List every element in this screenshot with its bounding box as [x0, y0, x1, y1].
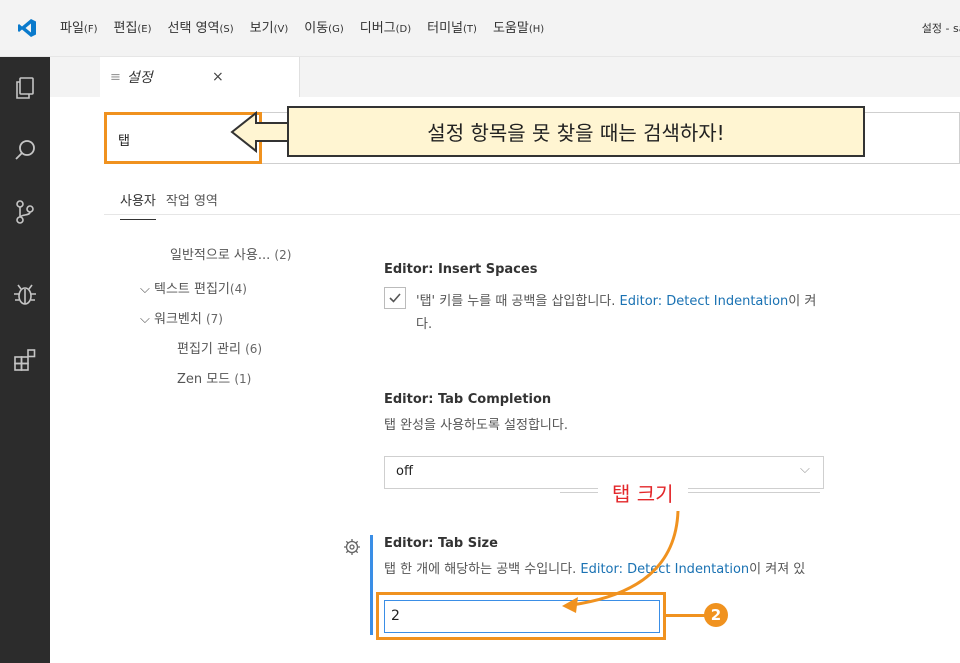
- menu-selection[interactable]: 선택 영역(S): [160, 0, 242, 57]
- detect-indentation-link[interactable]: Editor: Detect Indentation: [620, 294, 789, 309]
- setting-description-cont: 다.: [416, 317, 433, 332]
- callout-box: 설정 항목을 못 찾을 때는 검색하자!: [287, 106, 865, 157]
- callout-text: 설정 항목을 못 찾을 때는 검색하자!: [427, 121, 725, 145]
- callout-arrow-icon: [230, 111, 289, 153]
- focus-indicator: [370, 535, 373, 635]
- menu-file[interactable]: 파일(F): [52, 0, 105, 57]
- settings-scope-tabs: 사용자 작업 영역: [120, 190, 218, 220]
- menu-debug[interactable]: 디버그(D): [352, 0, 419, 57]
- menu-view[interactable]: 보기(V): [242, 0, 297, 57]
- setting-title: Editor: Insert Spaces: [384, 262, 538, 277]
- chevron-down-icon: ⌵: [140, 312, 150, 327]
- setting-title: Editor: Tab Completion: [384, 392, 552, 407]
- toc-item[interactable]: Zen 모드 (1): [177, 368, 251, 387]
- tab-user[interactable]: 사용자: [120, 190, 156, 220]
- setting-tab-completion: Editor: Tab Completion 탭 완성을 사용하도록 설정합니다…: [384, 392, 568, 433]
- debug-icon[interactable]: [10, 279, 40, 309]
- menu-bar: 파일(F) 편집(E) 선택 영역(S) 보기(V) 이동(G) 디버그(D) …: [52, 0, 552, 57]
- chevron-down-icon: ⌵: [800, 462, 810, 477]
- tab-label: 설정: [126, 70, 153, 86]
- annotation-label: 탭 크기: [598, 478, 688, 507]
- setting-description: 탭 완성을 사용하도록 설정합니다.: [384, 418, 568, 433]
- toc-item[interactable]: ⌵ 텍스트 편집기(4): [140, 278, 247, 297]
- title-bar: 파일(F) 편집(E) 선택 영역(S) 보기(V) 이동(G) 디버그(D) …: [0, 0, 960, 57]
- setting-description: '탭' 키를 누를 때 공백을 삽입합니다. Editor: Detect In…: [416, 294, 817, 309]
- search-icon[interactable]: [10, 135, 40, 165]
- toc-item[interactable]: 일반적으로 사용... (2): [170, 244, 291, 263]
- toc-item[interactable]: ⌵ 워크벤치 (7): [140, 308, 223, 327]
- select-value: off: [396, 464, 413, 479]
- setting-insert-spaces: Editor: Insert Spaces: [384, 262, 537, 277]
- menu-go[interactable]: 이동(G): [296, 0, 351, 57]
- editor-tab-bar: ≡ 설정 ×: [50, 57, 960, 97]
- chevron-down-icon: ⌵: [140, 282, 150, 297]
- gear-icon[interactable]: [343, 538, 361, 556]
- step-badge: 2: [704, 603, 728, 627]
- explorer-icon[interactable]: [10, 73, 40, 103]
- activity-bar: [0, 57, 50, 663]
- vscode-logo-icon: [12, 13, 42, 43]
- divider: [104, 214, 960, 215]
- curved-arrow-icon: [562, 510, 680, 613]
- extensions-icon[interactable]: [10, 345, 40, 375]
- tab-settings[interactable]: ≡ 설정 ×: [100, 57, 300, 97]
- toc-item[interactable]: 편집기 관리 (6): [177, 338, 262, 357]
- source-control-icon[interactable]: [10, 197, 40, 227]
- insert-spaces-checkbox[interactable]: [384, 287, 406, 309]
- menu-terminal[interactable]: 터미널(T): [419, 0, 485, 57]
- check-icon: [389, 293, 401, 303]
- window-title: 설정 - sar: [921, 22, 960, 35]
- tab-workspace[interactable]: 작업 영역: [166, 190, 218, 220]
- settings-file-icon: ≡: [110, 69, 121, 85]
- menu-help[interactable]: 도움말(H): [485, 0, 552, 57]
- menu-edit[interactable]: 편집(E): [105, 0, 159, 57]
- badge-connector: [666, 614, 708, 617]
- close-icon[interactable]: ×: [212, 69, 224, 85]
